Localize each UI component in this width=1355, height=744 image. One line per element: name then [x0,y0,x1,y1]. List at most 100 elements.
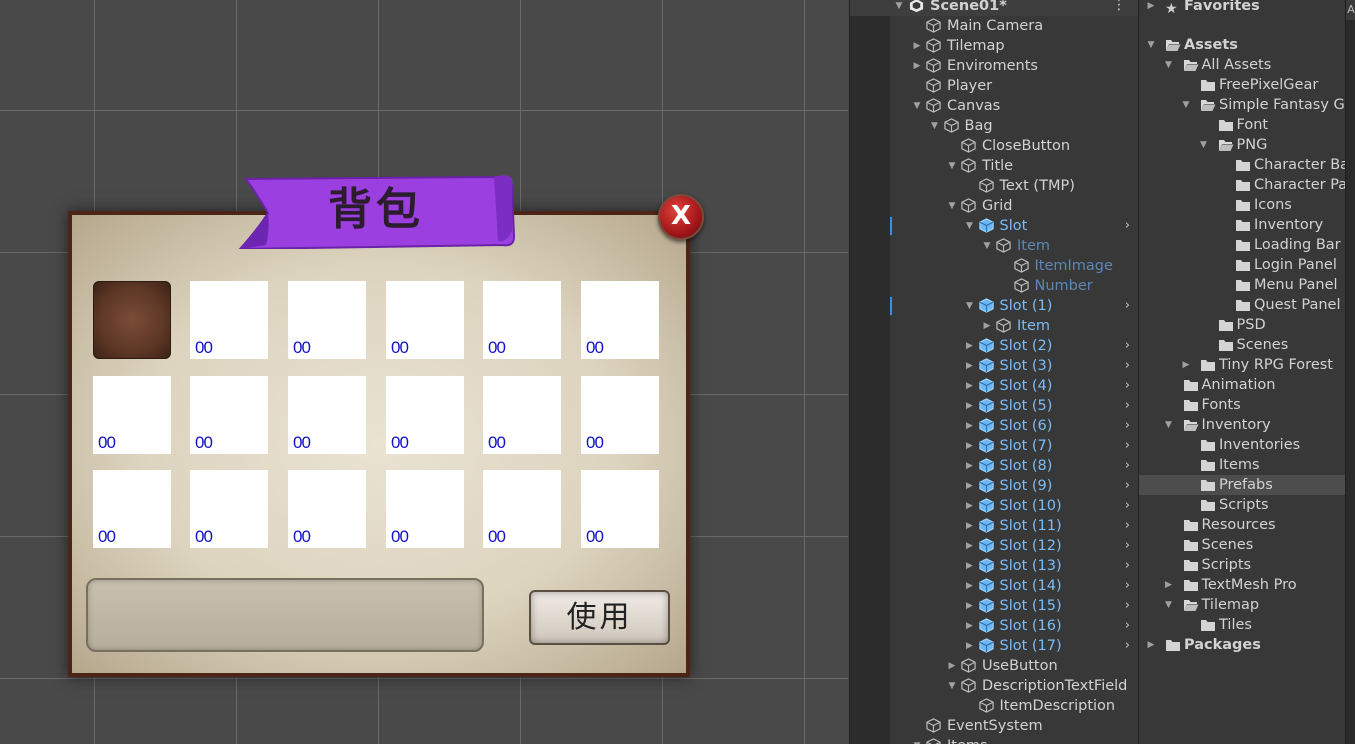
project-folder-row[interactable]: PSD [1139,315,1346,335]
hierarchy-row[interactable]: Text (TMP) [850,176,1138,196]
inventory-slot[interactable]: 00 [288,376,366,454]
expand-down-icon[interactable]: ▼ [1199,135,1209,155]
expand-down-icon[interactable]: ▼ [930,116,940,136]
use-button[interactable]: 使用 [529,590,670,645]
open-prefab-chevron-icon[interactable]: › [1125,416,1130,436]
expand-right-icon[interactable]: ▶ [965,336,975,356]
expand-down-icon[interactable]: ▼ [1181,95,1191,115]
hierarchy-row[interactable]: ▶ Slot (12) › [850,536,1138,556]
inventory-slot[interactable]: 00 [581,470,659,548]
project-folder-row[interactable]: ▶ ★ Favorites [1139,0,1346,16]
hierarchy-row[interactable]: ▶ Slot (5) › [850,396,1138,416]
inventory-slot[interactable]: 00 [483,470,561,548]
expand-right-icon[interactable]: ▶ [947,656,957,676]
expand-down-icon[interactable]: ▼ [947,156,957,176]
project-folder-row[interactable]: ▶ Tiny RPG Forest [1139,355,1346,375]
hierarchy-row[interactable]: ▶ Slot (16) › [850,616,1138,636]
kebab-menu-icon[interactable]: ⋮ [1112,0,1126,15]
hierarchy-row[interactable]: ▶ Slot (4) › [850,376,1138,396]
expand-right-icon[interactable]: ▶ [965,456,975,476]
side-scroll-strip[interactable]: A [1345,0,1355,744]
project-folder-row[interactable]: Items [1139,455,1346,475]
hierarchy-row[interactable]: ▶ Enviroments [850,56,1138,76]
hierarchy-row[interactable]: ▶ Slot (2) › [850,336,1138,356]
inventory-slot[interactable]: 00 [288,281,366,359]
open-prefab-chevron-icon[interactable]: › [1125,356,1130,376]
expand-right-icon[interactable]: ▶ [965,616,975,636]
open-prefab-chevron-icon[interactable]: › [1125,216,1130,236]
hierarchy-row[interactable]: ItemImage [850,256,1138,276]
expand-right-icon[interactable]: ▶ [965,556,975,576]
expand-right-icon[interactable]: ▶ [982,316,992,336]
project-folder-row[interactable]: Icons [1139,195,1346,215]
inventory-slot[interactable]: 00 [386,281,464,359]
hierarchy-row[interactable]: Main Camera [850,16,1138,36]
hierarchy-row[interactable]: Number [850,276,1138,296]
inventory-slot[interactable]: 00 [386,376,464,454]
expand-down-icon[interactable]: ▼ [1164,55,1174,75]
inventory-slot[interactable]: 00 [288,470,366,548]
inventory-slot[interactable]: 00 [93,376,171,454]
open-prefab-chevron-icon[interactable]: › [1125,516,1130,536]
project-folder-row[interactable]: ▼ Tilemap [1139,595,1346,615]
project-folder-row[interactable]: Font [1139,115,1346,135]
hierarchy-row[interactable]: ▶ Slot (10) › [850,496,1138,516]
inventory-slot[interactable]: 00 [386,470,464,548]
open-prefab-chevron-icon[interactable]: › [1125,376,1130,396]
project-folder-row[interactable]: Quest Panel [1139,295,1346,315]
open-prefab-chevron-icon[interactable]: › [1125,556,1130,576]
project-folder-row[interactable]: Tiles [1139,615,1346,635]
hierarchy-row[interactable]: ▶ Slot (15) › [850,596,1138,616]
project-folder-row[interactable]: Resources [1139,515,1346,535]
open-prefab-chevron-icon[interactable]: › [1125,636,1130,656]
open-prefab-chevron-icon[interactable]: › [1125,496,1130,516]
expand-right-icon[interactable]: ▶ [1146,0,1156,16]
project-folder-row[interactable]: Scenes [1139,335,1346,355]
project-folder-row[interactable]: ▶ TextMesh Pro [1139,575,1346,595]
expand-right-icon[interactable]: ▶ [965,376,975,396]
expand-down-icon[interactable]: ▼ [912,96,922,116]
expand-right-icon[interactable]: ▶ [912,36,922,56]
open-prefab-chevron-icon[interactable]: › [1125,436,1130,456]
project-folder-row[interactable]: Animation [1139,375,1346,395]
expand-down-icon[interactable]: ▼ [1164,595,1174,615]
hierarchy-row[interactable]: ▶ Slot (9) › [850,476,1138,496]
inventory-slot[interactable]: 00 [581,376,659,454]
inventory-slot[interactable]: 00 [190,376,268,454]
hierarchy-row[interactable]: EventSystem [850,716,1138,736]
project-folder-row[interactable]: Scripts [1139,495,1346,515]
hierarchy-row[interactable]: ▶ UseButton [850,656,1138,676]
expand-right-icon[interactable]: ▶ [965,476,975,496]
hierarchy-row[interactable]: ▼ Items [850,736,1138,744]
project-folder-row[interactable]: Inventories [1139,435,1346,455]
hierarchy-row[interactable]: ▼ Scene01* ⋮ [850,0,1138,16]
hierarchy-row[interactable]: ▼ Slot › [850,216,1138,236]
hierarchy-row[interactable]: ▶ Slot (8) › [850,456,1138,476]
expand-right-icon[interactable]: ▶ [1146,635,1156,655]
hierarchy-row[interactable]: ▶ Tilemap [850,36,1138,56]
hierarchy-row[interactable]: ▼ Bag [850,116,1138,136]
open-prefab-chevron-icon[interactable]: › [1125,616,1130,636]
expand-down-icon[interactable]: ▼ [912,736,922,744]
side-tab[interactable]: A [1346,0,1355,20]
hierarchy-row[interactable]: ▶ Slot (14) › [850,576,1138,596]
hierarchy-row[interactable]: Player [850,76,1138,96]
inventory-slot[interactable]: 00 [483,281,561,359]
expand-right-icon[interactable]: ▶ [965,436,975,456]
hierarchy-row[interactable]: ▶ Slot (17) › [850,636,1138,656]
expand-down-icon[interactable]: ▼ [965,296,975,316]
project-folder-row[interactable]: Character Ba [1139,155,1346,175]
project-folder-row[interactable]: ▼ All Assets [1139,55,1346,75]
open-prefab-chevron-icon[interactable]: › [1125,476,1130,496]
project-folder-row[interactable]: Inventory [1139,215,1346,235]
expand-right-icon[interactable]: ▶ [1164,575,1174,595]
hierarchy-row[interactable]: ▶ Slot (11) › [850,516,1138,536]
project-folder-row[interactable]: Prefabs [1139,475,1346,495]
expand-down-icon[interactable]: ▼ [947,676,957,696]
hierarchy-panel[interactable]: ▼ Scene01* ⋮ Main Camera ▶ Tilemap ▶ Enviroment… [849,0,1138,744]
expand-right-icon[interactable]: ▶ [965,416,975,436]
project-folder-row[interactable]: ▼ Assets [1139,35,1346,55]
inventory-slot[interactable]: 00 [581,281,659,359]
expand-right-icon[interactable]: ▶ [965,516,975,536]
expand-right-icon[interactable]: ▶ [965,356,975,376]
